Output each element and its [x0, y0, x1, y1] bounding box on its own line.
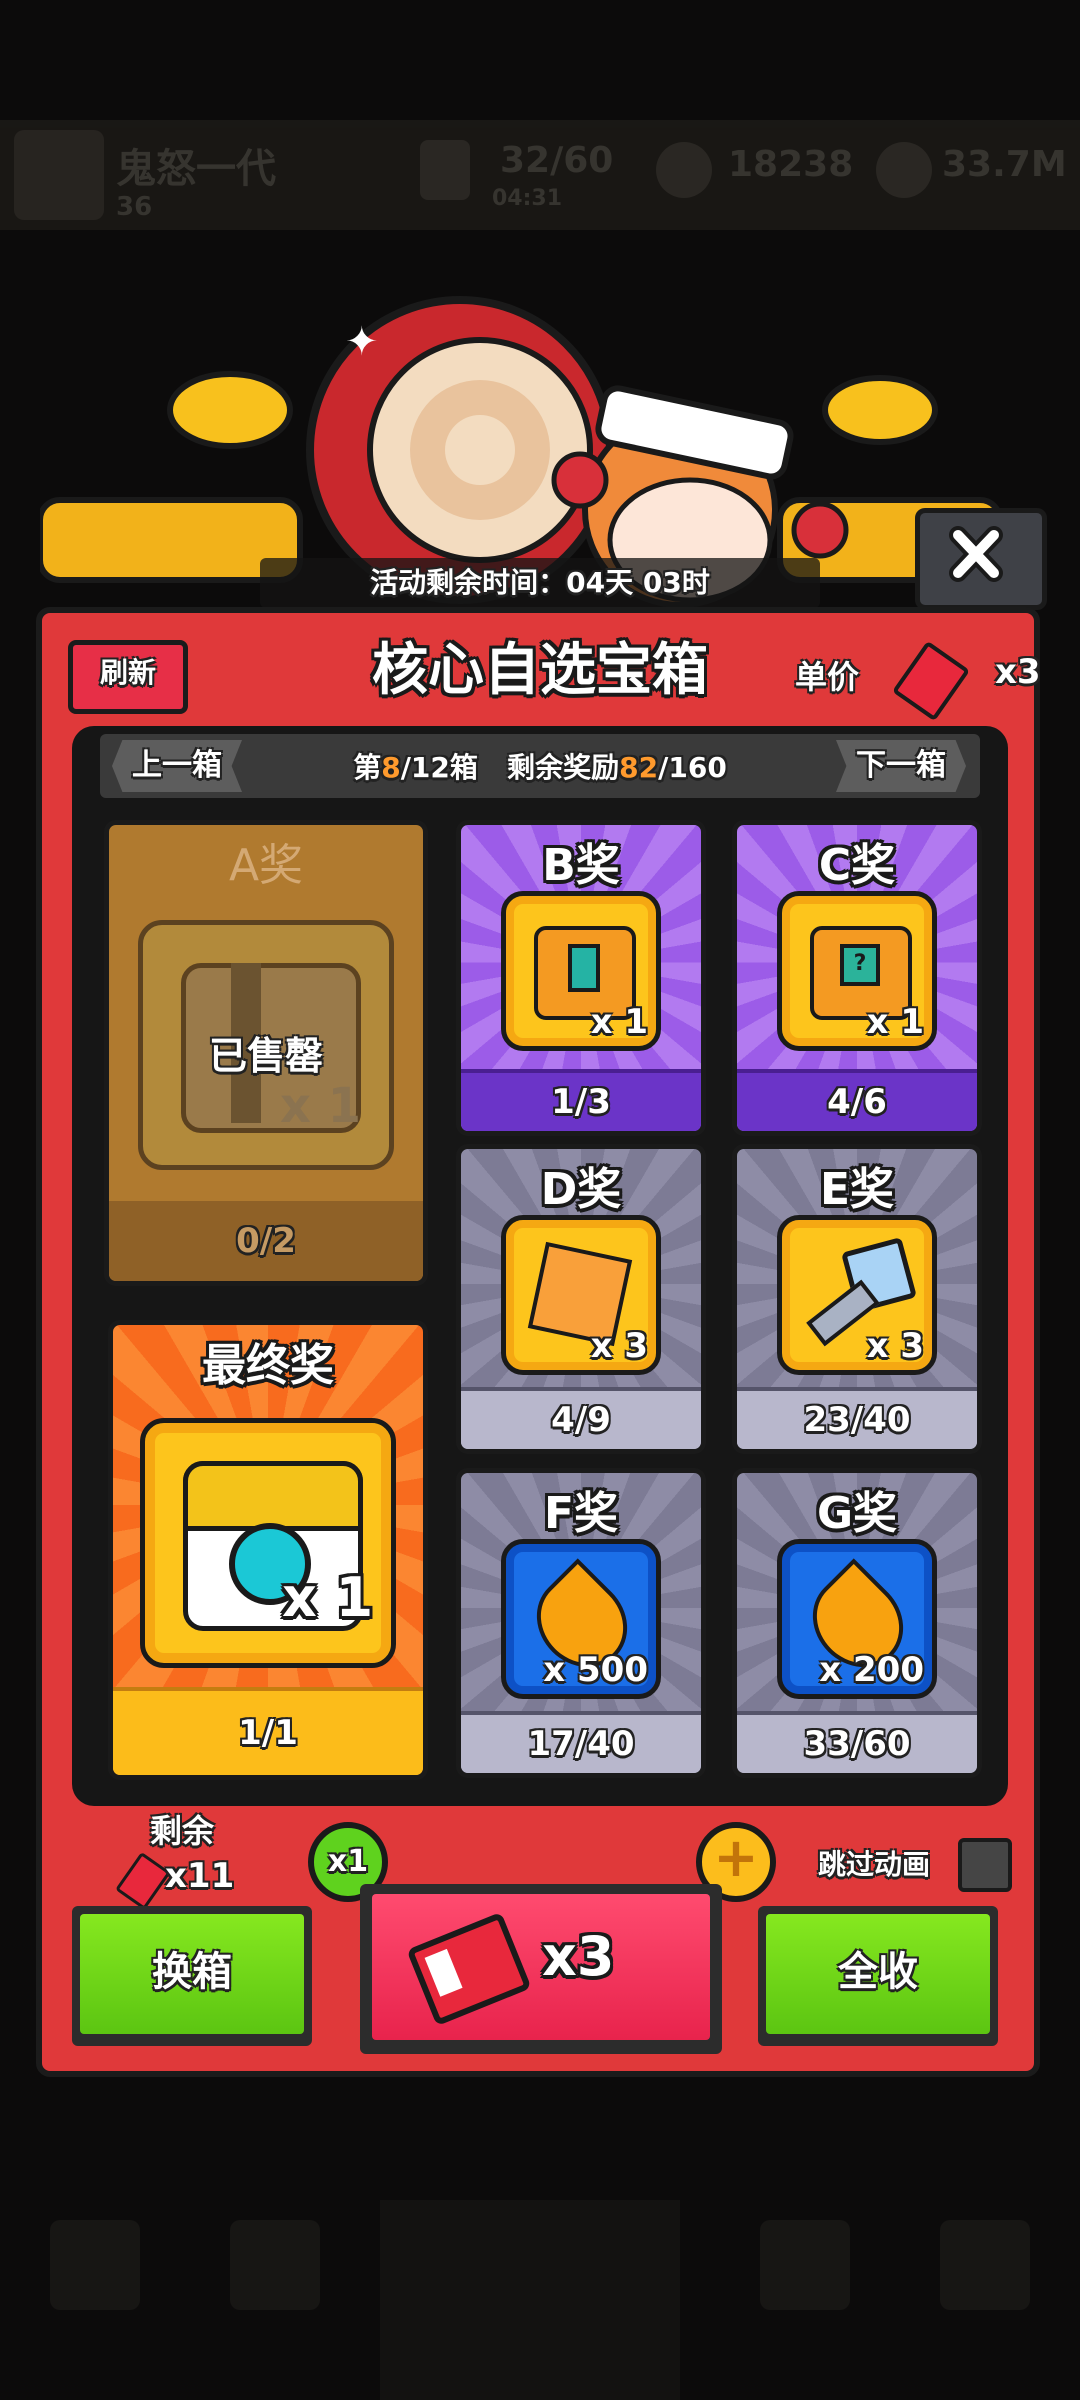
coin-icon	[876, 142, 932, 198]
reward-current: 82	[619, 751, 659, 784]
bottom-nav-dimmed	[0, 2160, 1080, 2400]
prize-count: 4/9	[461, 1387, 701, 1449]
remaining-value: x11	[165, 1856, 235, 1896]
prize-count: 1/1	[113, 1687, 423, 1775]
collect-all-label: 全收	[766, 1914, 990, 2034]
prize-qty: x 3	[866, 1326, 924, 1366]
prize-qty: x 1	[282, 1566, 374, 1629]
box-progress-info: 第8/12箱 剩余奖励82/160	[270, 746, 810, 786]
prize-count: 23/40	[737, 1387, 977, 1449]
prize-name: G奖	[816, 1488, 898, 1539]
box-current: 8	[381, 751, 401, 784]
close-icon	[949, 526, 1003, 582]
collect-all-button[interactable]: 全收	[758, 1906, 998, 2046]
gem-value: 18238	[728, 144, 854, 185]
unit-price-label: 单价	[795, 658, 860, 696]
skip-animation-checkbox[interactable]	[958, 1838, 1012, 1892]
close-button[interactable]	[915, 508, 1047, 610]
character-shard-icon: x 3	[501, 1215, 661, 1375]
prize-count: 33/60	[737, 1711, 977, 1773]
prize-qty: x 1	[590, 1002, 648, 1042]
prize-name: F奖	[543, 1488, 619, 1539]
swap-box-label: 换箱	[80, 1914, 304, 2034]
swap-box-button[interactable]: 换箱	[72, 1906, 312, 2046]
prize-name: A奖	[228, 840, 304, 891]
prize-card-e[interactable]: E奖 x 3 23/40	[732, 1144, 982, 1454]
prize-card-d[interactable]: D奖 x 3 4/9	[456, 1144, 706, 1454]
draw-button[interactable]	[360, 1884, 722, 2054]
reward-prefix: 剩余奖励	[507, 751, 620, 784]
fire-drop-icon: x 500	[501, 1539, 661, 1699]
reward-total: /160	[658, 751, 727, 784]
prize-name: C奖	[818, 840, 896, 891]
prize-count: 1/3	[461, 1069, 701, 1131]
prize-qty: x 500	[543, 1650, 648, 1690]
prize-name: E奖	[819, 1164, 895, 1215]
next-box-button[interactable]: 下一箱	[836, 740, 966, 792]
prize-qty: x 1	[280, 1078, 362, 1134]
coin-value: 33.7M	[942, 144, 1067, 185]
prize-card-g[interactable]: G奖 x 200 33/60	[732, 1468, 982, 1778]
prize-count: 0/2	[109, 1201, 423, 1281]
energy-value: 32/60	[500, 140, 614, 181]
box-prefix: 第	[353, 751, 382, 784]
sold-out-label: 已售罄	[208, 1034, 323, 1078]
refresh-button[interactable]: 刷新	[68, 640, 188, 714]
player-level: 36	[116, 192, 153, 222]
prize-card-b[interactable]: B奖 x 1 1/3	[456, 820, 706, 1136]
prev-box-button[interactable]: 上一箱	[112, 740, 242, 792]
energy-icon	[420, 140, 470, 200]
gem-icon	[656, 142, 712, 198]
panel-title: 核心自选宝箱	[372, 638, 708, 703]
svg-text:✦: ✦	[345, 319, 379, 365]
prize-card-f[interactable]: F奖 x 500 17/40	[456, 1468, 706, 1778]
chest-icon: x 1	[501, 891, 661, 1051]
prize-qty: x 1	[866, 1002, 924, 1042]
top-status-bar: 鬼怒一代 36 32/60 04:31 18238 33.7M	[0, 120, 1080, 230]
prize-count: 17/40	[461, 1711, 701, 1773]
prize-qty: x 200	[819, 1650, 924, 1690]
remaining-label: 剩余	[150, 1812, 215, 1850]
prize-count: 4/6	[737, 1069, 977, 1131]
prize-qty: x 3	[590, 1326, 648, 1366]
plus-icon: +	[713, 1826, 759, 1889]
unit-price-value: x3	[995, 652, 1041, 692]
chest-icon	[140, 1418, 396, 1668]
prize-card-c[interactable]: C奖 ? x 1 4/6	[732, 820, 982, 1136]
box-total: /12箱	[400, 751, 478, 784]
chest-icon: ? x 1	[777, 891, 937, 1051]
key-icon: x 3	[777, 1215, 937, 1375]
player-avatar	[14, 130, 104, 220]
skip-animation-label: 跳过动画	[818, 1848, 931, 1881]
prize-name: D奖	[540, 1164, 622, 1215]
fire-drop-icon: x 200	[777, 1539, 937, 1699]
prize-name: 最终奖	[202, 1340, 334, 1391]
prize-name: B奖	[542, 840, 620, 891]
draw-cost: x3	[542, 1925, 615, 1988]
energy-timer: 04:31	[492, 186, 563, 211]
event-timer: 活动剩余时间：04天 03时	[260, 558, 820, 608]
player-name: 鬼怒一代	[116, 146, 276, 192]
